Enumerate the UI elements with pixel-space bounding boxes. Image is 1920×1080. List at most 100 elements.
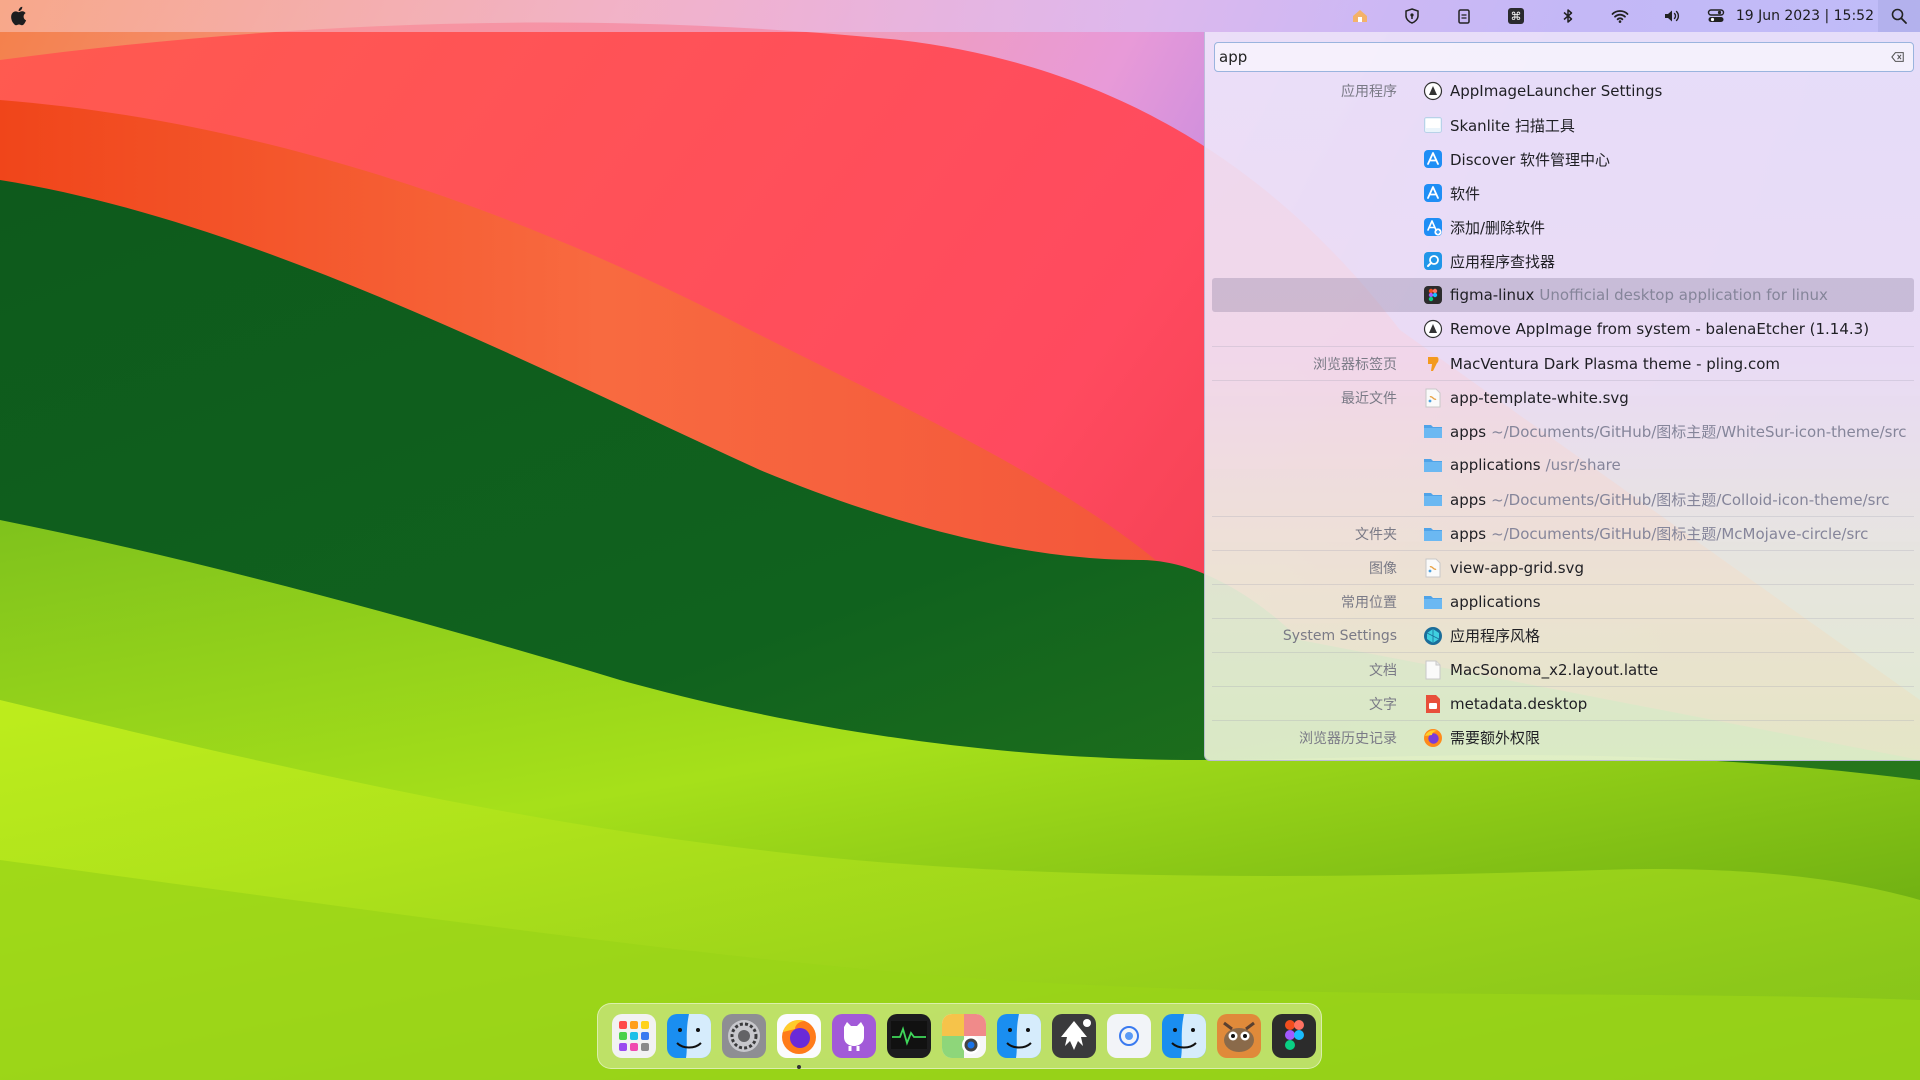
finder-icon (1161, 1014, 1206, 1058)
menu-bar: ⌘ 19 Jun 2023 | 15:52 (0, 0, 1920, 32)
result-label: view-app-grid.svg (1450, 558, 1584, 577)
add-remove-software-icon (1424, 218, 1442, 236)
search-icon (1891, 8, 1907, 24)
result-row[interactable]: Skanlite 扫描工具 (1212, 108, 1914, 142)
software-icon (1424, 184, 1442, 202)
result-row[interactable]: Discover 软件管理中心 (1212, 142, 1914, 176)
dock-system-monitor[interactable] (881, 1009, 936, 1064)
dock-firefox[interactable] (771, 1009, 826, 1069)
control-center-icon[interactable] (1698, 0, 1734, 32)
result-row[interactable]: apps ~/Documents/GitHub/图标主题/WhiteSur-ico… (1212, 414, 1914, 448)
clock[interactable]: 19 Jun 2023 | 15:52 (1734, 8, 1878, 24)
result-label: applications (1450, 592, 1541, 611)
scanner-icon (1424, 117, 1442, 133)
home-icon[interactable] (1334, 0, 1386, 32)
result-category: 常用位置 (1341, 594, 1397, 611)
clipboard-icon[interactable] (1438, 0, 1490, 32)
dock-gimp[interactable] (1211, 1009, 1266, 1064)
finder-icon (666, 1014, 711, 1058)
dock-inkscape[interactable] (1046, 1009, 1101, 1064)
folder-icon (1424, 425, 1442, 438)
folder-icon (1424, 459, 1442, 472)
result-label: metadata.desktop (1450, 694, 1588, 713)
result-label: MacVentura Dark Plasma theme - pling.com (1450, 354, 1780, 373)
result-row[interactable]: 浏览器历史记录 需要额外权限 (1212, 720, 1914, 754)
result-category: 应用程序 (1341, 84, 1397, 100)
result-label: MacSonoma_x2.layout.latte (1450, 660, 1659, 679)
system-tray: ⌘ 19 Jun 2023 | 15:52 (1334, 0, 1920, 32)
document-icon (1425, 660, 1441, 680)
result-row[interactable]: applications/usr/share (1212, 448, 1914, 482)
clear-icon (1891, 52, 1904, 62)
dock-finder-2[interactable] (991, 1009, 1046, 1064)
result-row[interactable]: 添加/删除软件 (1212, 210, 1914, 244)
folder-icon (1424, 493, 1442, 506)
result-row[interactable]: 应用程序 AppImageLauncher Settings (1212, 74, 1914, 108)
pling-icon (1428, 357, 1439, 371)
github-icon (831, 1014, 876, 1058)
svg-file-icon (1425, 388, 1441, 408)
dock-finder[interactable] (661, 1009, 716, 1064)
result-label: Remove AppImage from system - balenaEtch… (1450, 320, 1870, 338)
folder-icon (1424, 596, 1442, 609)
result-label: Skanlite 扫描工具 (1450, 116, 1575, 135)
activity-monitor-icon (886, 1014, 931, 1058)
result-category: 文件夹 (1355, 526, 1397, 543)
running-indicator (797, 1064, 801, 1069)
gimp-icon (1216, 1014, 1261, 1058)
dock-github-desktop[interactable] (826, 1009, 881, 1064)
chrome-icon (941, 1014, 986, 1058)
command-icon[interactable]: ⌘ (1490, 0, 1542, 32)
launchpad-icon (611, 1014, 656, 1058)
result-row[interactable]: 应用程序查找器 (1212, 244, 1914, 278)
dock-browser[interactable] (1101, 1009, 1156, 1064)
result-row[interactable]: 文字 metadata.desktop (1212, 686, 1914, 720)
result-label: 软件 (1450, 184, 1481, 203)
wifi-icon[interactable] (1594, 0, 1646, 32)
result-row[interactable]: 常用位置 applications (1212, 584, 1914, 618)
result-label: 添加/删除软件 (1450, 218, 1546, 237)
result-category: 浏览器历史记录 (1299, 730, 1397, 747)
bluetooth-icon[interactable] (1542, 0, 1594, 32)
result-row[interactable]: 文件夹 apps ~/Documents/GitHub/图标主题/McMojave… (1212, 516, 1914, 550)
result-label: 应用程序风格 (1450, 627, 1541, 645)
result-row[interactable]: 软件 (1212, 176, 1914, 210)
figma-icon (1271, 1014, 1316, 1058)
result-label: 应用程序查找器 (1450, 252, 1556, 271)
result-row[interactable]: Remove AppImage from system - balenaEtch… (1212, 312, 1914, 346)
krunner-results-list: 应用程序 AppImageLauncher Settings Skanlite … (1212, 74, 1914, 754)
firefox-icon (1424, 729, 1442, 747)
result-label: 需要额外权限 (1450, 729, 1541, 747)
result-label: figma-linux Unofficial desktop applicatio… (1450, 286, 1828, 304)
result-row[interactable]: 文档 MacSonoma_x2.layout.latte (1212, 652, 1914, 686)
settings-gear-icon (721, 1014, 766, 1058)
result-label: app-template-white.svg (1450, 388, 1629, 407)
folder-icon (1424, 528, 1442, 541)
result-row[interactable]: System Settings 应用程序风格 (1212, 618, 1914, 652)
krunner-search-input[interactable] (1215, 43, 1887, 71)
result-category: 文字 (1369, 696, 1397, 713)
result-label: Discover 软件管理中心 (1450, 150, 1610, 169)
result-row[interactable]: apps ~/Documents/GitHub/图标主题/Colloid-icon… (1212, 482, 1914, 516)
dock-system-settings[interactable] (716, 1009, 771, 1064)
dock-figma[interactable] (1266, 1009, 1321, 1064)
volume-icon[interactable] (1646, 0, 1698, 32)
result-category: 浏览器标签页 (1313, 356, 1397, 373)
clear-search-button[interactable] (1887, 46, 1909, 68)
dock-finder-3[interactable] (1156, 1009, 1211, 1064)
search-tray-button[interactable] (1878, 0, 1920, 32)
shield-icon[interactable] (1386, 0, 1438, 32)
result-category: System Settings (1282, 627, 1397, 644)
dock-chrome[interactable] (936, 1009, 991, 1064)
svg-text:⌘: ⌘ (1510, 10, 1521, 23)
result-category: 图像 (1369, 560, 1397, 577)
desktop-file-icon (1426, 695, 1440, 713)
krunner-search-box (1214, 42, 1914, 72)
apple-menu-icon[interactable] (9, 6, 27, 26)
inkscape-icon (1051, 1014, 1096, 1058)
result-row[interactable]: 图像 view-app-grid.svg (1212, 550, 1914, 584)
result-row[interactable]: 最近文件 app-template-white.svg (1212, 380, 1914, 414)
result-row-selected[interactable]: figma-linux Unofficial desktop applicatio… (1212, 278, 1914, 312)
dock-launchpad[interactable] (606, 1009, 661, 1064)
result-row[interactable]: 浏览器标签页 MacVentura Dark Plasma theme - pl… (1212, 346, 1914, 380)
